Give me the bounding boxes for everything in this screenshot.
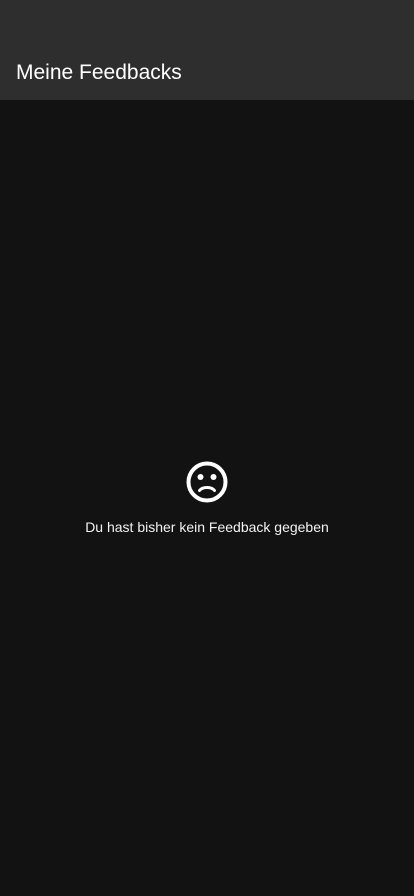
empty-state-message: Du hast bisher kein Feedback gegeben bbox=[85, 519, 329, 535]
app-bar: Meine Feedbacks bbox=[0, 0, 414, 100]
sad-face-icon bbox=[186, 461, 228, 503]
empty-state: Du hast bisher kein Feedback gegeben bbox=[0, 460, 414, 536]
app-screen: Meine Feedbacks Du hast bisher kein Feed… bbox=[0, 0, 414, 896]
page-title: Meine Feedbacks bbox=[16, 61, 182, 84]
